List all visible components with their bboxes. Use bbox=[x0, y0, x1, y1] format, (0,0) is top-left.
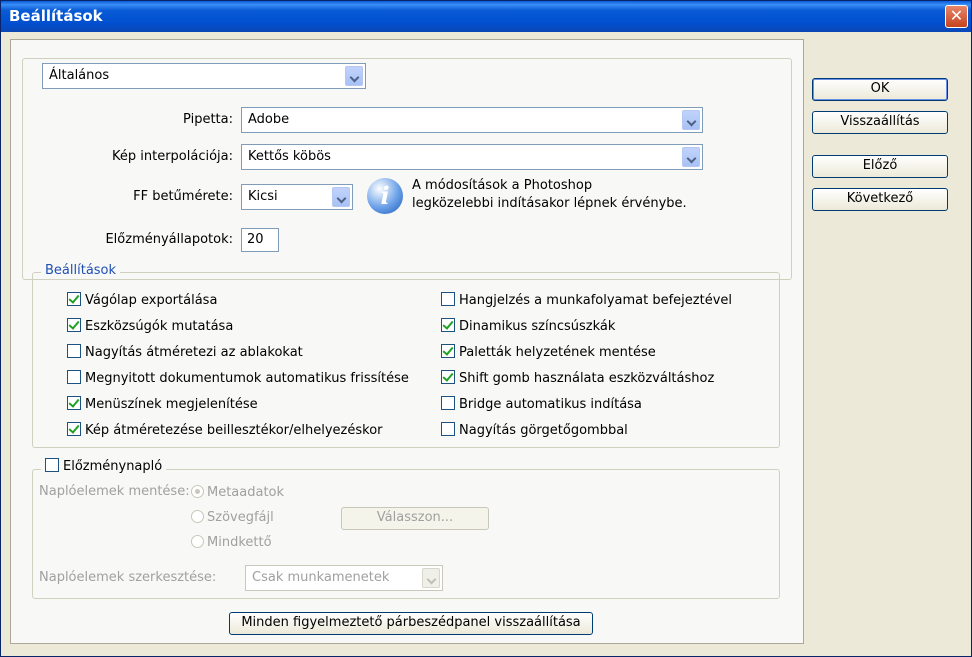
category-select-value: Általános bbox=[49, 68, 110, 83]
category-select[interactable]: Általános bbox=[42, 63, 366, 89]
checkbox-auto-update-docs[interactable]: Megnyitott dokumentumok automatikus fris… bbox=[67, 370, 409, 388]
chevron-down-icon bbox=[345, 66, 363, 86]
radio-both[interactable]: Mindkettő bbox=[191, 534, 272, 552]
checkbox-dynamic-sliders[interactable]: Dinamikus színcsúszkák bbox=[441, 318, 615, 336]
info-icon: i bbox=[367, 178, 403, 214]
chevron-down-icon bbox=[682, 147, 700, 167]
checkbox-unchecked[interactable] bbox=[441, 292, 455, 306]
font-size-value: Kicsi bbox=[248, 189, 278, 204]
choose-button[interactable]: Válasszon... bbox=[341, 507, 489, 530]
history-states-label: Előzményállapotok: bbox=[105, 232, 233, 247]
checkbox-auto-launch-bridge[interactable]: Bridge automatikus indítása bbox=[441, 396, 642, 414]
interpolation-select[interactable]: Kettős köbös bbox=[241, 144, 703, 170]
radio-selected-icon[interactable] bbox=[191, 485, 204, 498]
history-states-input[interactable]: 20 bbox=[241, 228, 279, 252]
window-title: Beállítások bbox=[9, 7, 103, 25]
interpolation-label: Kép interpolációja: bbox=[111, 149, 233, 164]
checkbox-resize-on-paste[interactable]: Kép átméretezése beillesztékor/elhelyezé… bbox=[67, 422, 383, 440]
checkbox-unchecked[interactable] bbox=[67, 344, 81, 358]
options-legend: Beállítások bbox=[41, 263, 121, 278]
checkbox-beep-when-done[interactable]: Hangjelzés a munkafolyamat befejeztével bbox=[441, 292, 732, 310]
checkbox-checked[interactable] bbox=[441, 344, 455, 358]
checkbox-save-palette-locations[interactable]: Paletták helyzetének mentése bbox=[441, 344, 656, 362]
checkbox-checked[interactable] bbox=[441, 370, 455, 384]
chevron-down-icon bbox=[682, 110, 700, 130]
edit-log-select[interactable]: Csak munkamenetek bbox=[245, 565, 443, 591]
radio-unselected-icon[interactable] bbox=[191, 510, 204, 523]
history-log-legend[interactable]: Előzménynapló bbox=[41, 458, 167, 474]
info-text-2: legközelebbi indításakor lépnek érvénybe… bbox=[412, 196, 687, 211]
font-size-label: FF betűmérete: bbox=[133, 189, 233, 204]
checkbox-unchecked[interactable] bbox=[67, 370, 81, 384]
checkbox-checked[interactable] bbox=[67, 396, 81, 410]
checkbox-zoom-scroll-wheel[interactable]: Nagyítás görgetőgombbal bbox=[441, 422, 628, 440]
reset-button[interactable]: Visszaállítás bbox=[812, 111, 948, 134]
radio-unselected-icon[interactable] bbox=[191, 535, 204, 548]
checkbox-checked[interactable] bbox=[67, 318, 81, 332]
chevron-down-icon bbox=[332, 187, 350, 207]
prev-button[interactable]: Előző bbox=[812, 155, 948, 178]
title-bar: Beállítások ✕ bbox=[1, 1, 971, 32]
checkbox-unchecked[interactable] bbox=[45, 458, 59, 472]
info-text-1: A módosítások a Photoshop bbox=[412, 178, 593, 193]
pipette-select[interactable]: Adobe bbox=[241, 107, 703, 133]
interpolation-value: Kettős köbös bbox=[248, 149, 331, 164]
radio-text-file[interactable]: Szövegfájl bbox=[191, 509, 274, 527]
next-button[interactable]: Következő bbox=[812, 188, 948, 211]
chevron-down-icon bbox=[422, 568, 440, 588]
checkbox-shift-tool-switch[interactable]: Shift gomb használata eszközváltáshoz bbox=[441, 370, 714, 388]
settings-panel: Általános Pipetta: Adobe Kép interpoláci… bbox=[10, 39, 804, 644]
font-size-select[interactable]: Kicsi bbox=[241, 184, 353, 210]
checkbox-checked[interactable] bbox=[67, 422, 81, 436]
checkbox-unchecked[interactable] bbox=[441, 396, 455, 410]
checkbox-checked[interactable] bbox=[67, 292, 81, 306]
edit-log-value: Csak munkamenetek bbox=[252, 570, 390, 585]
checkbox-unchecked[interactable] bbox=[441, 422, 455, 436]
reset-warnings-button[interactable]: Minden figyelmeztető párbeszédpanel viss… bbox=[229, 612, 593, 635]
save-log-label: Naplóelemek mentése: bbox=[39, 484, 190, 499]
checkbox-clipboard-export[interactable]: Vágólap exportálása bbox=[67, 292, 217, 310]
ok-button[interactable]: OK bbox=[812, 78, 948, 101]
radio-metadata[interactable]: Metaadatok bbox=[191, 484, 284, 502]
preferences-dialog: Beállítások ✕ Általános Pipetta: Adobe K… bbox=[0, 0, 972, 657]
checkbox-checked[interactable] bbox=[441, 318, 455, 332]
checkbox-show-menu-colors[interactable]: Menüszínek megjelenítése bbox=[67, 396, 258, 414]
checkbox-show-tooltips[interactable]: Eszközsúgók mutatása bbox=[67, 318, 233, 336]
close-icon[interactable]: ✕ bbox=[945, 5, 968, 28]
checkbox-zoom-resizes-windows[interactable]: Nagyítás átméretezi az ablakokat bbox=[67, 344, 303, 362]
pipette-value: Adobe bbox=[248, 112, 290, 127]
edit-log-label: Naplóelemek szerkesztése: bbox=[39, 570, 217, 585]
pipette-label: Pipetta: bbox=[183, 112, 233, 127]
